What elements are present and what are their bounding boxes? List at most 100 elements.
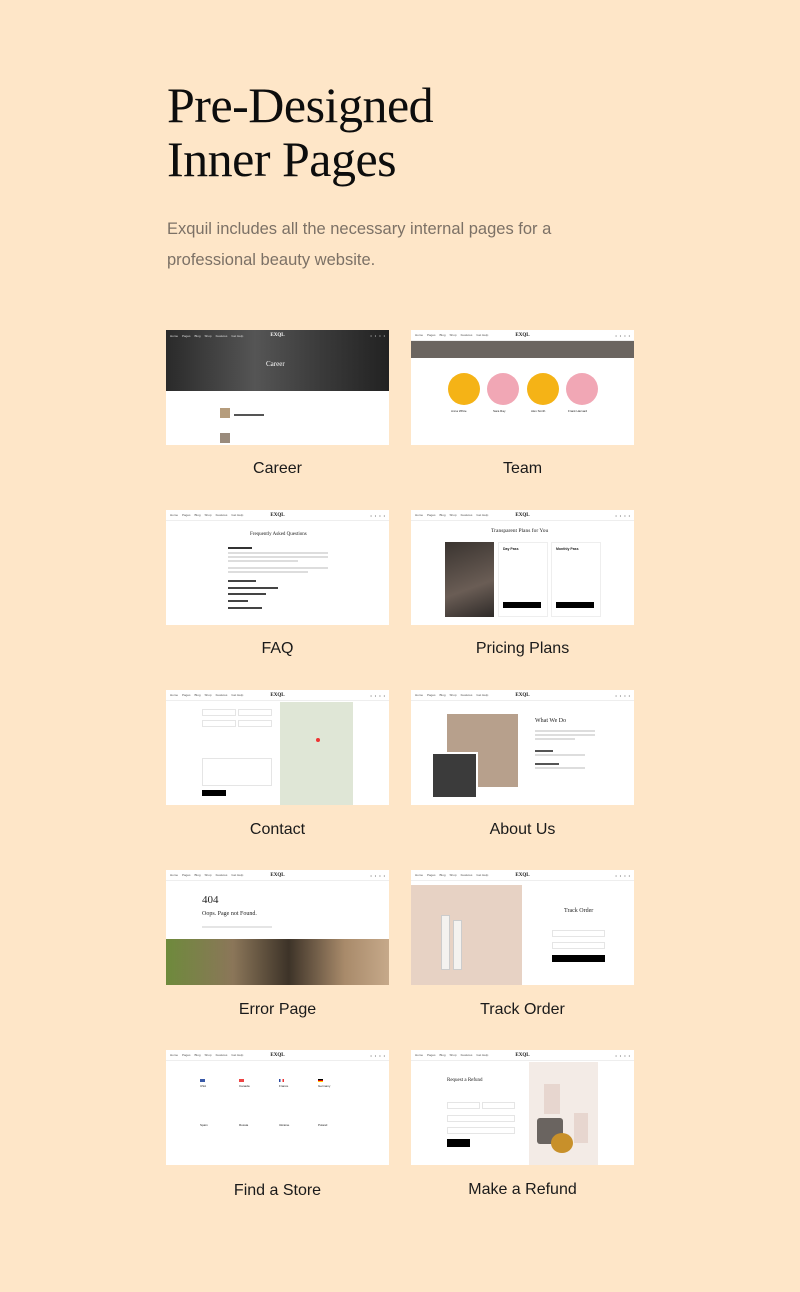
member-name: Frank Harvard (568, 409, 588, 413)
flag-icon (239, 1079, 244, 1082)
track-heading: Track Order (564, 908, 594, 914)
thumbnail-track[interactable]: Home Pages Blog Shop Features Get Help EXQL • • •… (411, 870, 634, 985)
store-country: Canada (239, 1084, 250, 1088)
user-icon: • (615, 332, 617, 338)
thumbnail-team[interactable]: Home Pages Blog Shop Features Get Help EXQL • • •… (411, 330, 634, 445)
track-button[interactable] (552, 955, 605, 962)
nav-link: Shop (449, 873, 457, 877)
order-id-field[interactable] (552, 930, 605, 937)
nav-icons: • • • • (615, 873, 630, 878)
nav-link: Features (215, 873, 228, 877)
nav-link: Shop (449, 1053, 457, 1057)
thumb-nav: Home Pages Blog Shop Features Get Help EXQL • • •… (411, 870, 634, 881)
wishlist-icon: • (374, 333, 377, 338)
products-image (166, 939, 389, 985)
nav-links: Home Pages Blog Shop Features Get Help (415, 693, 488, 697)
nav-link: Home (170, 333, 179, 338)
store-country: USA (200, 1084, 207, 1088)
label-about: About Us (489, 821, 556, 838)
nav-icons: • • • • (370, 513, 385, 518)
email-field[interactable] (447, 1115, 515, 1122)
pricing-heading: Transparent Plans for You (491, 528, 549, 534)
nav-links: Home Pages Blog Shop Features Get Help (170, 1053, 243, 1057)
thumbnail-pricing[interactable]: Home Pages Blog Shop Features Get Help EXQL • • •… (411, 510, 634, 625)
thumbnail-refund[interactable]: Home Pages Blog Shop Features Get Help EXQL • • •… (411, 1050, 634, 1165)
nav-link: Pages (182, 513, 191, 517)
email-field[interactable] (238, 709, 272, 716)
nav-link: Features (460, 873, 473, 877)
send-button[interactable] (202, 790, 226, 796)
nav-link: Shop (204, 513, 212, 517)
nav-links: Home Pages Blog Shop Features Get Help (415, 873, 488, 877)
search-icon: • (628, 872, 630, 878)
submit-button[interactable] (447, 1139, 470, 1147)
nav-link: Home (415, 1053, 424, 1057)
member-photo (448, 373, 480, 405)
search-icon: • (628, 1052, 630, 1058)
nav-icons: • • • • (615, 1053, 630, 1058)
bottle (441, 915, 450, 970)
nav-link: Pages (427, 513, 436, 517)
name-field[interactable] (202, 709, 236, 716)
title-line-2: Inner Pages (167, 131, 397, 187)
cart-icon: • (624, 332, 626, 338)
user-icon: • (370, 512, 372, 518)
thumbnail-error[interactable]: Home Pages Blog Shop Features Get Help EXQL • • •… (166, 870, 389, 985)
nav-link: Get Help (476, 513, 489, 517)
hero-heading: Career (266, 360, 285, 368)
nav-link: Features (215, 513, 228, 517)
bottle (544, 1084, 560, 1114)
nav-link: Features (460, 513, 473, 517)
search-icon: • (383, 692, 385, 698)
cart-icon: • (624, 872, 626, 878)
last-name-field[interactable] (482, 1102, 515, 1109)
nav-link: Get Help (231, 873, 244, 877)
wishlist-icon: • (619, 692, 622, 698)
logo: EXQL (270, 1052, 285, 1058)
wishlist-icon: • (374, 512, 377, 518)
nav-link: Pages (427, 333, 436, 337)
bottle (574, 1113, 588, 1143)
nav-link: Pages (182, 1053, 191, 1057)
choose-button[interactable] (556, 602, 594, 608)
choose-button[interactable] (503, 602, 541, 608)
nav-link: Features (215, 1053, 228, 1057)
thumbnail-about[interactable]: Home Pages Blog Shop Features Get Help EXQL • • •… (411, 690, 634, 805)
search-icon: • (383, 333, 385, 338)
user-icon: • (370, 692, 372, 698)
logo: EXQL (270, 872, 285, 878)
thumb-nav: Home Pages Blog Shop Features Get Help EXQL • • •… (166, 510, 389, 521)
phone-field[interactable] (202, 720, 236, 727)
thumbnail-career[interactable]: Home Pages Blog Shop Features Get Help EXQL • • •… (166, 330, 389, 445)
nav-links: Home Pages Blog Shop Features Get Help (415, 333, 488, 337)
nav-link: Blog (439, 873, 446, 877)
thumbnail-store[interactable]: Home Pages Blog Shop Features Get Help EXQL • • •… (166, 1050, 389, 1165)
logo: EXQL (515, 692, 530, 698)
store-country: Poland (318, 1123, 328, 1127)
thumb-nav: Home Pages Blog Shop Features Get Help EXQL • • •… (411, 510, 634, 521)
order-field[interactable] (447, 1127, 515, 1134)
flag-icon (279, 1079, 284, 1082)
nav-link: Features (215, 693, 228, 697)
label-faq: FAQ (261, 640, 294, 657)
first-name-field[interactable] (447, 1102, 480, 1109)
page-title: Pre-Designed Inner Pages (167, 77, 434, 187)
thumbnail-contact[interactable]: Home Pages Blog Shop Features Get Help EXQL • • •… (166, 690, 389, 805)
title-line-1: Pre-Designed (167, 77, 434, 133)
subject-field[interactable] (238, 720, 272, 727)
logo: EXQL (515, 332, 530, 338)
nav-link: Get Help (231, 693, 244, 697)
nav-link: Pages (427, 873, 436, 877)
nav-link: Shop (449, 513, 457, 517)
map[interactable] (280, 702, 353, 805)
nav-link: Pages (427, 1053, 436, 1057)
user-icon: • (370, 872, 372, 878)
nav-link: Shop (204, 693, 212, 697)
thumbnail-faq[interactable]: Home Pages Blog Shop Features Get Help EXQL • • •… (166, 510, 389, 625)
plan-name: Day Pass (503, 547, 519, 551)
nav-links: Home Pages Blog Shop Features Get Help (170, 334, 243, 338)
email-field[interactable] (552, 942, 605, 949)
sponge (551, 1133, 573, 1153)
message-field[interactable] (202, 758, 272, 786)
nav-link: Get Help (231, 513, 244, 517)
